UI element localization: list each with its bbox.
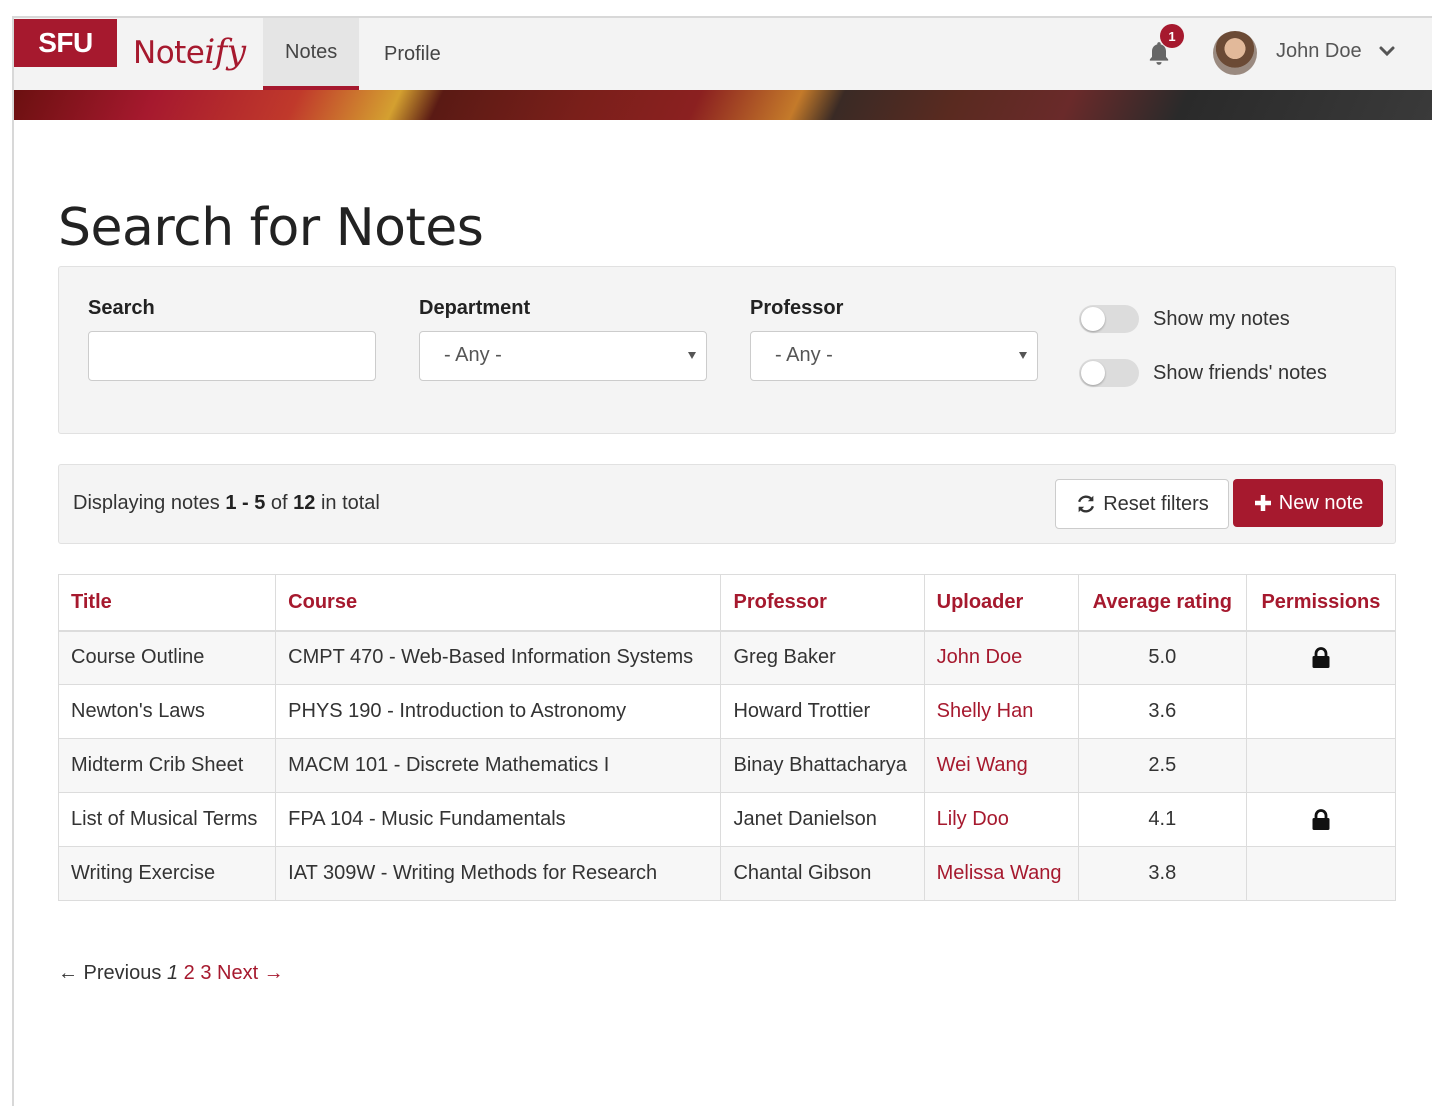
table-row[interactable]: Course Outline CMPT 470 - Web-Based Info… bbox=[57, 630, 1397, 685]
cell-course: PHYS 190 - Introduction to Astronomy bbox=[275, 684, 722, 739]
pager-next[interactable]: Next → bbox=[217, 962, 284, 984]
cell-uploader-link[interactable]: John Doe bbox=[923, 630, 1079, 685]
plus-icon bbox=[1254, 495, 1271, 511]
column-header-uploader[interactable]: Uploader bbox=[923, 574, 1079, 632]
table-row[interactable]: List of Musical Terms FPA 104 - Music Fu… bbox=[57, 792, 1397, 847]
reset-filters-button[interactable]: Reset filters bbox=[1055, 479, 1229, 529]
column-header-average-rating[interactable]: Average rating bbox=[1077, 574, 1247, 632]
cell-permissions bbox=[1245, 846, 1397, 901]
notes-table: Title Course Professor Uploader Average … bbox=[57, 574, 1397, 901]
column-header-title[interactable]: Title bbox=[57, 574, 277, 632]
column-header-course[interactable]: Course bbox=[275, 574, 722, 632]
new-note-button[interactable]: New note bbox=[1233, 479, 1383, 527]
page-title: Search for Notes bbox=[58, 198, 484, 258]
chevron-down-icon[interactable] bbox=[1378, 42, 1396, 60]
search-input[interactable] bbox=[88, 331, 376, 381]
brand-name: Noteify bbox=[133, 32, 246, 72]
results-bar: Displaying notes 1 - 5 of 12 in total Re… bbox=[58, 464, 1396, 544]
toggle-label: Show my notes bbox=[1153, 307, 1290, 330]
pager-previous: ← Previous bbox=[58, 962, 162, 984]
cell-professor: Binay Bhattacharya bbox=[720, 738, 925, 793]
reset-filters-label: Reset filters bbox=[1103, 492, 1209, 515]
cell-permissions bbox=[1245, 684, 1397, 739]
search-label: Search bbox=[88, 297, 155, 319]
professor-select-value: - Any - bbox=[775, 344, 833, 366]
cell-title: Newton's Laws bbox=[57, 684, 277, 739]
pagination: ← Previous 1 2 3 Next → bbox=[58, 962, 284, 985]
toggle-switch[interactable] bbox=[1079, 305, 1139, 333]
pager-page-3[interactable]: 3 bbox=[200, 962, 211, 984]
table-row[interactable]: Newton's Laws PHYS 190 - Introduction to… bbox=[57, 684, 1397, 739]
toggle-knob bbox=[1081, 361, 1105, 385]
nav-tab-profile[interactable]: Profile bbox=[362, 18, 463, 90]
table-row[interactable]: Writing Exercise IAT 309W - Writing Meth… bbox=[57, 846, 1397, 901]
cell-course: CMPT 470 - Web-Based Information Systems bbox=[275, 630, 722, 685]
cell-professor: Janet Danielson bbox=[720, 792, 925, 847]
lock-icon bbox=[1312, 647, 1330, 668]
browser-viewport: SFU Noteify Notes Profile 1 John Doe Sea… bbox=[12, 16, 1432, 1106]
cell-title: List of Musical Terms bbox=[57, 792, 277, 847]
table-header-row: Title Course Professor Uploader Average … bbox=[57, 574, 1397, 632]
cell-course: IAT 309W - Writing Methods for Research bbox=[275, 846, 722, 901]
department-label: Department bbox=[419, 297, 531, 319]
cell-title: Course Outline bbox=[57, 630, 277, 685]
cell-uploader-link[interactable]: Shelly Han bbox=[923, 684, 1079, 739]
caret-down-icon bbox=[1019, 352, 1027, 359]
notification-badge[interactable]: 1 bbox=[1160, 24, 1184, 48]
brand-logo[interactable]: SFU Noteify bbox=[14, 18, 246, 90]
cell-rating: 3.8 bbox=[1077, 846, 1247, 901]
avatar[interactable] bbox=[1213, 31, 1257, 75]
cell-uploader-link[interactable]: Wei Wang bbox=[923, 738, 1079, 793]
column-header-permissions: Permissions bbox=[1245, 574, 1397, 632]
filter-panel: Search Department - Any - Professor - An… bbox=[58, 266, 1396, 434]
toggle-show-my-notes[interactable]: Show my notes bbox=[1079, 305, 1290, 333]
table-row[interactable]: Midterm Crib Sheet MACM 101 - Discrete M… bbox=[57, 738, 1397, 793]
column-header-professor[interactable]: Professor bbox=[720, 574, 925, 632]
cell-rating: 4.1 bbox=[1077, 792, 1247, 847]
toggle-show-friends-notes[interactable]: Show friends' notes bbox=[1079, 359, 1327, 387]
caret-down-icon bbox=[688, 352, 696, 359]
toggle-knob bbox=[1081, 307, 1105, 331]
cell-professor: Howard Trottier bbox=[720, 684, 925, 739]
cell-title: Midterm Crib Sheet bbox=[57, 738, 277, 793]
cell-permissions bbox=[1245, 630, 1397, 685]
pager-page-2[interactable]: 2 bbox=[184, 962, 195, 984]
cell-rating: 5.0 bbox=[1077, 630, 1247, 685]
results-summary: Displaying notes 1 - 5 of 12 in total bbox=[73, 492, 380, 514]
cell-rating: 3.6 bbox=[1077, 684, 1247, 739]
cell-course: FPA 104 - Music Fundamentals bbox=[275, 792, 722, 847]
toggle-switch[interactable] bbox=[1079, 359, 1139, 387]
sfu-logo: SFU bbox=[14, 19, 117, 67]
cell-permissions bbox=[1245, 738, 1397, 793]
cell-professor: Chantal Gibson bbox=[720, 846, 925, 901]
professor-label: Professor bbox=[750, 297, 844, 319]
professor-select[interactable]: - Any - bbox=[750, 331, 1038, 381]
toggle-label: Show friends' notes bbox=[1153, 361, 1327, 384]
pager-current-page: 1 bbox=[166, 962, 179, 984]
cell-rating: 2.5 bbox=[1077, 738, 1247, 793]
cell-title: Writing Exercise bbox=[57, 846, 277, 901]
department-select-value: - Any - bbox=[444, 344, 502, 366]
header-banner bbox=[14, 90, 1432, 120]
cell-professor: Greg Baker bbox=[720, 630, 925, 685]
user-menu-name[interactable]: John Doe bbox=[1276, 40, 1362, 63]
nav-tab-notes[interactable]: Notes bbox=[263, 18, 360, 90]
cell-uploader-link[interactable]: Lily Doo bbox=[923, 792, 1079, 847]
navbar: SFU Noteify Notes Profile 1 John Doe bbox=[14, 18, 1432, 90]
cell-uploader-link[interactable]: Melissa Wang bbox=[923, 846, 1079, 901]
cell-course: MACM 101 - Discrete Mathematics I bbox=[275, 738, 722, 793]
cell-permissions bbox=[1245, 792, 1397, 847]
refresh-icon bbox=[1078, 495, 1095, 513]
new-note-label: New note bbox=[1278, 491, 1364, 514]
department-select[interactable]: - Any - bbox=[419, 331, 707, 381]
lock-icon bbox=[1312, 808, 1330, 830]
